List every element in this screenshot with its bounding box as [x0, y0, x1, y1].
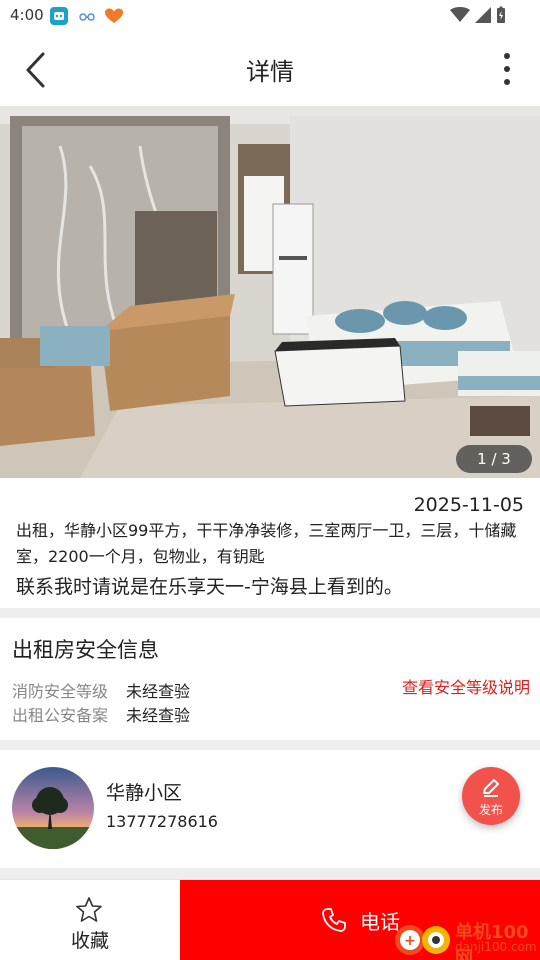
police-record-label: 出租公安备案 — [12, 706, 109, 725]
rental-safety-section: 出租房安全信息 消防安全等级 未经查验 出租公安备案 未经查验 查看安全等级说明 — [0, 618, 540, 740]
app-notification-icon — [50, 7, 68, 25]
publish-button[interactable]: 发布 — [462, 767, 520, 825]
listing-description-section: 2025-11-05 出租，华静小区99平方，干干净净装修，三室两厅一卫，三层，… — [0, 478, 540, 608]
watermark-logo-icon: + — [395, 925, 450, 955]
listing-description: 出租，华静小区99平方，干干净净装修，三室两厅一卫，三层，十储藏室，2200一个… — [16, 521, 517, 566]
fire-safety-label: 消防安全等级 — [12, 682, 109, 701]
section-divider — [0, 740, 540, 750]
pencil-icon — [483, 779, 499, 797]
listing-photo-gallery[interactable]: 1 / 3 — [0, 106, 540, 478]
signal-icon — [475, 7, 491, 23]
photo-counter: 1 / 3 — [456, 445, 532, 473]
safety-heading: 出租房安全信息 — [12, 638, 159, 662]
app-bar: 详情 — [0, 32, 540, 106]
room-photo — [0, 106, 540, 478]
status-time: 4:00 — [10, 6, 44, 24]
fire-safety-row: 消防安全等级 未经查验 — [12, 678, 190, 702]
star-icon — [76, 897, 102, 922]
svg-text:+: + — [404, 933, 416, 949]
more-vertical-icon — [504, 53, 510, 85]
section-divider — [0, 868, 540, 879]
listing-date: 2025-11-05 — [413, 494, 524, 516]
heart-notification-icon — [104, 7, 123, 25]
contact-note: 联系我时请说是在乐享天一-宁海县上看到的。 — [16, 576, 403, 598]
status-bar: 4:00 — [0, 0, 540, 32]
section-divider — [0, 608, 540, 618]
owner-phone: 13777278616 — [106, 812, 218, 831]
watermark-url: danji100.com — [455, 940, 537, 954]
glasses-notification-icon — [78, 7, 96, 25]
favorite-button[interactable]: 收藏 — [0, 880, 180, 960]
publish-label: 发布 — [478, 803, 503, 817]
police-record-value: 未经查验 — [126, 706, 191, 725]
owner-name: 华静小区 — [106, 782, 183, 804]
watermark: + 单机100网 danji100.com — [392, 918, 540, 960]
avatar — [12, 767, 94, 849]
wifi-icon — [450, 7, 470, 22]
more-button[interactable] — [498, 50, 516, 90]
favorite-label: 收藏 — [70, 930, 109, 952]
owner-card[interactable]: 华静小区 13777278616 — [0, 750, 540, 868]
police-record-row: 出租公安备案 未经查验 — [12, 702, 190, 726]
battery-icon — [497, 6, 505, 23]
system-indicators — [450, 6, 506, 24]
page-title: 详情 — [246, 58, 294, 86]
phone-icon — [322, 908, 346, 932]
fire-safety-value: 未经查验 — [126, 682, 191, 701]
safety-level-info-link[interactable]: 查看安全等级说明 — [402, 674, 530, 698]
